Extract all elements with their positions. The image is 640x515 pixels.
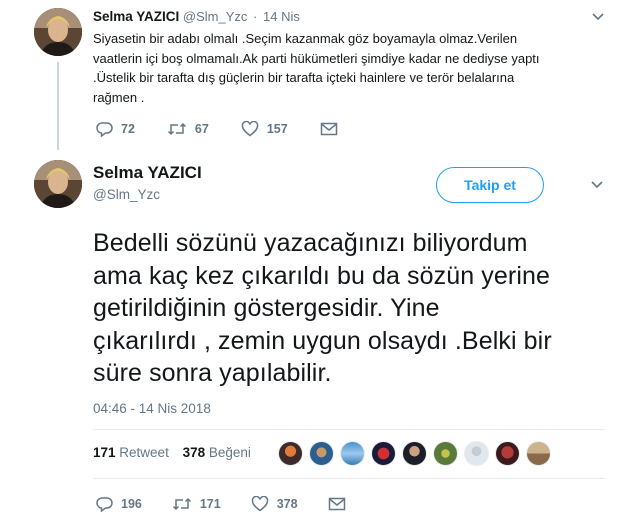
divider bbox=[93, 478, 605, 479]
reply-tweet-header: Selma YAZICI @Slm_Yzc · 14 Nis bbox=[93, 9, 300, 24]
liker-avatar[interactable] bbox=[309, 441, 334, 466]
reply-tweet-author-name[interactable]: Selma YAZICI bbox=[93, 9, 179, 24]
like-stat-count: 378 bbox=[182, 445, 206, 460]
reply-button[interactable]: 196 bbox=[96, 496, 142, 512]
reply-icon bbox=[96, 497, 113, 512]
message-icon bbox=[320, 122, 337, 136]
like-stat-link[interactable]: 378 Beğeni bbox=[183, 445, 251, 460]
retweet-count: 171 bbox=[199, 497, 221, 511]
reply-tweet-avatar[interactable] bbox=[34, 8, 82, 56]
main-tweet-text: Bedelli sözünü yazacağınızı biliyordum a… bbox=[93, 227, 613, 390]
reply-tweet-separator: · bbox=[253, 9, 258, 24]
main-tweet-text-line: süre sonra yapılabilir. bbox=[93, 359, 332, 387]
reply-tweet-author-handle[interactable]: @Slm_Yzc bbox=[183, 9, 248, 24]
reply-count: 196 bbox=[121, 497, 142, 511]
retweet-button[interactable]: 67 bbox=[167, 121, 209, 137]
reply-tweet-actions: 72 67 157 bbox=[96, 121, 378, 137]
main-tweet-text-line: Bedelli sözünü yazacağınızı biliyordum bbox=[93, 229, 528, 257]
like-count: 157 bbox=[266, 122, 288, 136]
reply-icon bbox=[96, 122, 113, 137]
chevron-down-icon[interactable] bbox=[590, 180, 604, 190]
reply-tweet-text-line: rağmen . bbox=[93, 89, 145, 105]
like-icon bbox=[241, 121, 259, 137]
reply-tweet-text-line: Siyasetin bir adabı olmalı .Seçim kazanm… bbox=[93, 31, 518, 46]
reply-tweet-time[interactable]: 14 Nis bbox=[263, 9, 300, 24]
like-stat-label: Beğeni bbox=[208, 445, 251, 460]
retweet-icon bbox=[167, 122, 186, 136]
liker-avatar[interactable] bbox=[495, 441, 520, 466]
like-button[interactable]: 157 bbox=[241, 121, 288, 137]
chevron-down-icon[interactable] bbox=[591, 12, 605, 22]
liker-avatar[interactable] bbox=[340, 441, 365, 466]
main-tweet-actions: 196 171 378 bbox=[96, 496, 384, 512]
main-tweet-text-line: getirildiğinin göstergesidir. Yine bbox=[93, 294, 440, 322]
retweet-icon bbox=[172, 497, 191, 511]
like-count: 378 bbox=[276, 497, 298, 511]
main-tweet-avatar[interactable] bbox=[34, 160, 82, 208]
reply-button[interactable]: 72 bbox=[96, 121, 135, 137]
main-tweet-text-line: çıkarılırdı , zemin uygun olsaydı .Belki… bbox=[93, 326, 552, 355]
liker-avatar[interactable] bbox=[402, 441, 427, 466]
main-tweet-datetime[interactable]: 04:46 - 14 Nis 2018 bbox=[93, 401, 211, 416]
retweet-button[interactable]: 171 bbox=[172, 496, 221, 512]
main-tweet-author-name[interactable]: Selma YAZICI bbox=[93, 163, 202, 183]
reply-tweet-text-line: vaatlerin içi boş olmamalı.Ak parti hükü… bbox=[93, 50, 540, 66]
follow-button[interactable]: Takip et bbox=[436, 167, 544, 203]
retweet-stat-label: Retweet bbox=[119, 445, 169, 460]
divider bbox=[93, 429, 605, 430]
reply-tweet-text: Siyasetin bir adabı olmalı .Seçim kazanm… bbox=[93, 29, 603, 107]
liker-avatar[interactable] bbox=[526, 441, 551, 466]
reply-tweet-text-line: .Üstelik bir tarafta dış güçlerin bir ta… bbox=[93, 70, 515, 85]
main-tweet-text-line: ama kaç kez çıkarıldı bu da sözün yerine bbox=[93, 261, 551, 290]
reply-count: 72 bbox=[121, 122, 135, 136]
retweet-count: 67 bbox=[194, 122, 209, 136]
message-icon bbox=[328, 497, 345, 511]
retweet-stat-link[interactable]: 171 Retweet bbox=[93, 445, 179, 460]
main-tweet-author-handle[interactable]: @Slm_Yzc bbox=[93, 187, 160, 202]
liker-avatar[interactable] bbox=[278, 441, 303, 466]
liker-avatars bbox=[278, 441, 557, 466]
retweet-stat-count: 171 bbox=[93, 445, 116, 460]
like-icon bbox=[251, 496, 268, 512]
direct-message-button[interactable] bbox=[320, 122, 346, 136]
liker-avatar[interactable] bbox=[433, 441, 458, 466]
engagement-stats: 171 Retweet 378 Beğeni bbox=[93, 445, 251, 460]
liker-avatar[interactable] bbox=[371, 441, 396, 466]
direct-message-button[interactable] bbox=[328, 497, 354, 511]
like-button[interactable]: 378 bbox=[251, 496, 298, 512]
liker-avatar[interactable] bbox=[464, 441, 489, 466]
